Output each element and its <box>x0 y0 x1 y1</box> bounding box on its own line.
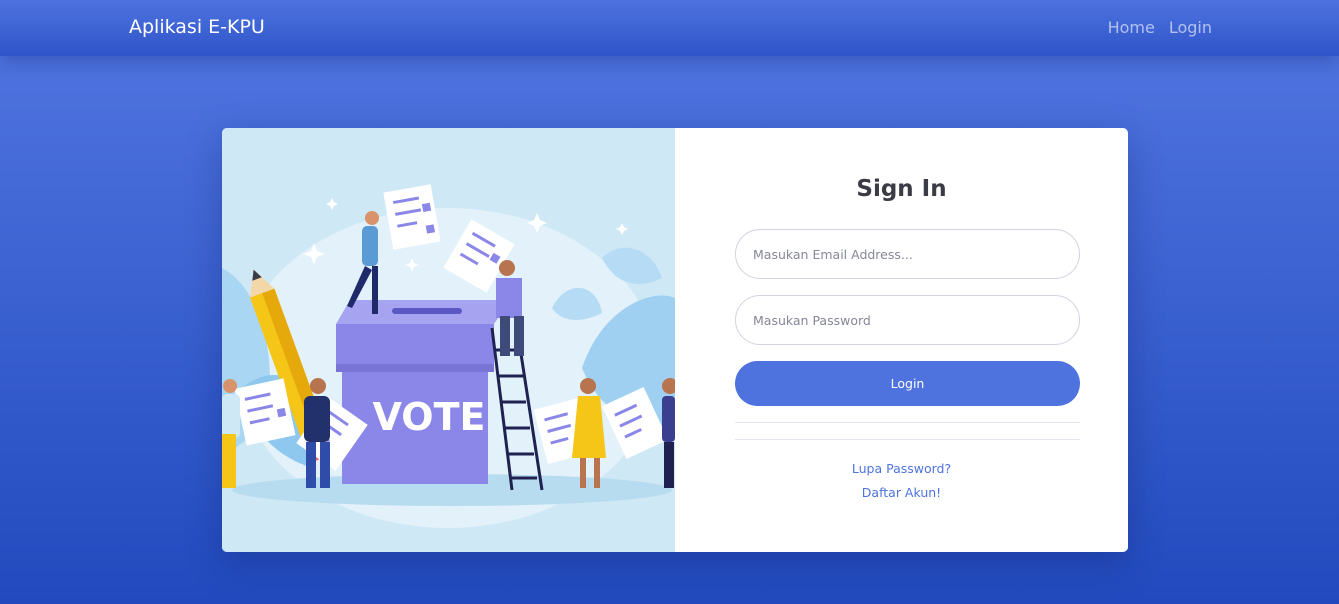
vote-label: VOTE <box>373 395 486 439</box>
nav-link-home[interactable]: Home <box>1108 18 1155 37</box>
forgot-password-link[interactable]: Lupa Password? <box>675 461 1128 476</box>
password-input[interactable] <box>735 295 1080 345</box>
email-input[interactable] <box>735 229 1080 279</box>
register-link[interactable]: Daftar Akun! <box>675 485 1128 500</box>
brand-title[interactable]: Aplikasi E-KPU <box>129 16 265 38</box>
login-card: VOTE Sign In Masukan Email Address... Lo… <box>222 128 1128 552</box>
login-form: Sign In Login Lupa Password? Daftar Akun… <box>675 128 1128 552</box>
voting-illustration: VOTE <box>222 128 675 552</box>
navbar: Aplikasi E-KPU Home Login <box>0 0 1339 56</box>
divider <box>735 439 1080 440</box>
nav-link-login[interactable]: Login <box>1169 18 1212 37</box>
divider <box>735 422 1080 423</box>
nav-links: Home Login <box>1108 18 1212 37</box>
sign-in-title: Sign In <box>856 176 947 202</box>
voting-illustration-art: VOTE <box>222 184 675 528</box>
login-button[interactable]: Login <box>735 361 1080 406</box>
